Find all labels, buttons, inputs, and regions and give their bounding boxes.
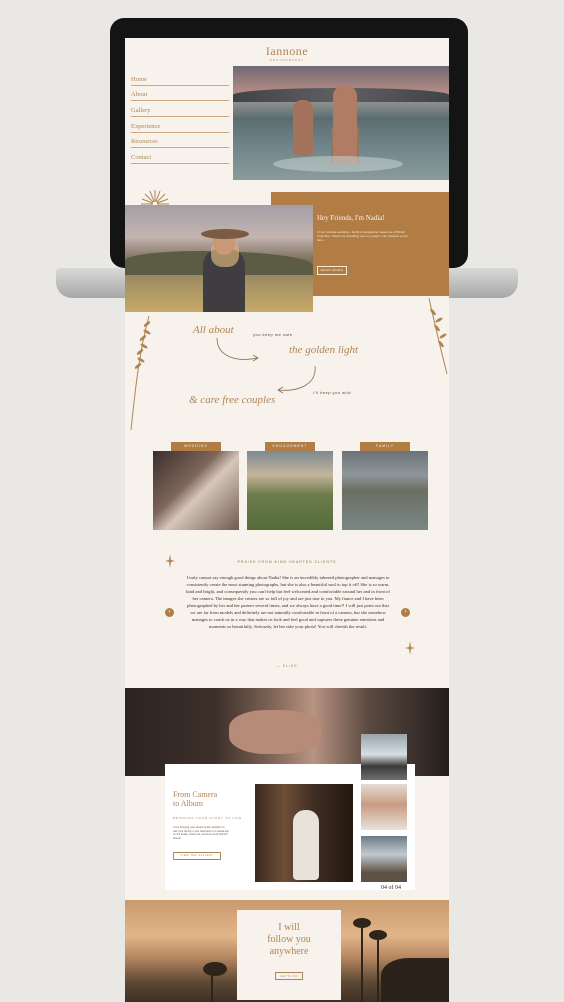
category-label-engagement: ENGAGEMENT [265,442,315,451]
album-subtitle: BRINGING YOUR STORY TO LIFE [173,816,242,820]
intro-title: Hey Friends, I'm Nadia! [317,214,385,222]
site-logo[interactable]: Iannone [125,44,449,59]
view-gallery-button[interactable]: VIEW THE GALLERY [173,852,221,860]
album-title-line-2: to Album [173,799,204,808]
follow-text: I will follow you anywhere [237,922,341,958]
nav-item-home[interactable]: Home [131,76,229,86]
category-family[interactable]: FAMILY [342,442,428,530]
lets-go-button[interactable]: LET'S GO [275,972,303,980]
category-label-wedding: WEDDING [171,442,221,451]
nav-item-resources[interactable]: Resources [131,138,229,148]
about-note-2: I'll keep you wild [313,390,351,395]
album-thumb-2[interactable] [361,784,407,830]
nav-item-gallery[interactable]: Gallery [131,107,229,117]
nav-item-contact[interactable]: Contact [131,154,229,164]
nav-item-experience[interactable]: Experience [131,123,229,133]
testimonial-title: PRAISE FROM KIND HEARTED CLIENTS [237,560,337,564]
wheat-sprig-icon [130,315,151,431]
website-page: Iannone PHOTOGRAPHY Home About Gallery E… [125,38,449,1002]
mockup-stage: Iannone PHOTOGRAPHY Home About Gallery E… [0,0,564,1002]
testimonial-body: I truly cannot say enough good things ab… [186,575,390,629]
album-title-line-1: From Camera [173,790,218,799]
album-thumb-1[interactable] [361,734,407,780]
album-main-photo [255,784,353,882]
category-engagement[interactable]: ENGAGEMENT [247,442,333,530]
category-wedding[interactable]: WEDDING [153,442,239,530]
nav-item-about[interactable]: About [131,91,229,101]
sunset-photo: I will follow you anywhere LET'S GO [125,900,449,1002]
follow-line-1: I will [278,922,300,933]
family-photo [342,451,428,530]
hero-couple-photo [233,66,449,180]
read-more-button[interactable]: READ MORE [317,266,347,275]
about-line-3: & care free couples [189,394,276,406]
about-line-1: All about [193,324,234,336]
album-thumb-3[interactable] [361,836,407,882]
testimonial-signature: — ELISE [276,664,298,668]
sparkle-icon-2 [405,641,415,655]
site-logo-subtitle: PHOTOGRAPHY [269,58,305,62]
wedding-photo [153,451,239,530]
album-counter: 04 of 04 [381,885,401,891]
wheat-sprig-icon-right [428,297,448,375]
intro-body: I'm an intimate wedding + family photogr… [317,230,408,242]
album-body: I love bringing your stories to life, wh… [173,826,229,840]
album-title: From Camera to Album [173,790,217,808]
prev-testimonial-button[interactable]: ‹ [165,608,174,617]
category-label-family: FAMILY [360,442,410,451]
curved-arrow-icon [216,337,259,362]
about-line-2: the golden light [289,344,359,356]
follow-line-3: anywhere [269,946,309,957]
next-testimonial-button[interactable]: › [401,608,410,617]
engagement-photo [247,451,333,530]
follow-line-2: follow you [267,934,311,945]
follow-box: I will follow you anywhere LET'S GO [237,910,341,1000]
portrait-photo [125,205,313,312]
